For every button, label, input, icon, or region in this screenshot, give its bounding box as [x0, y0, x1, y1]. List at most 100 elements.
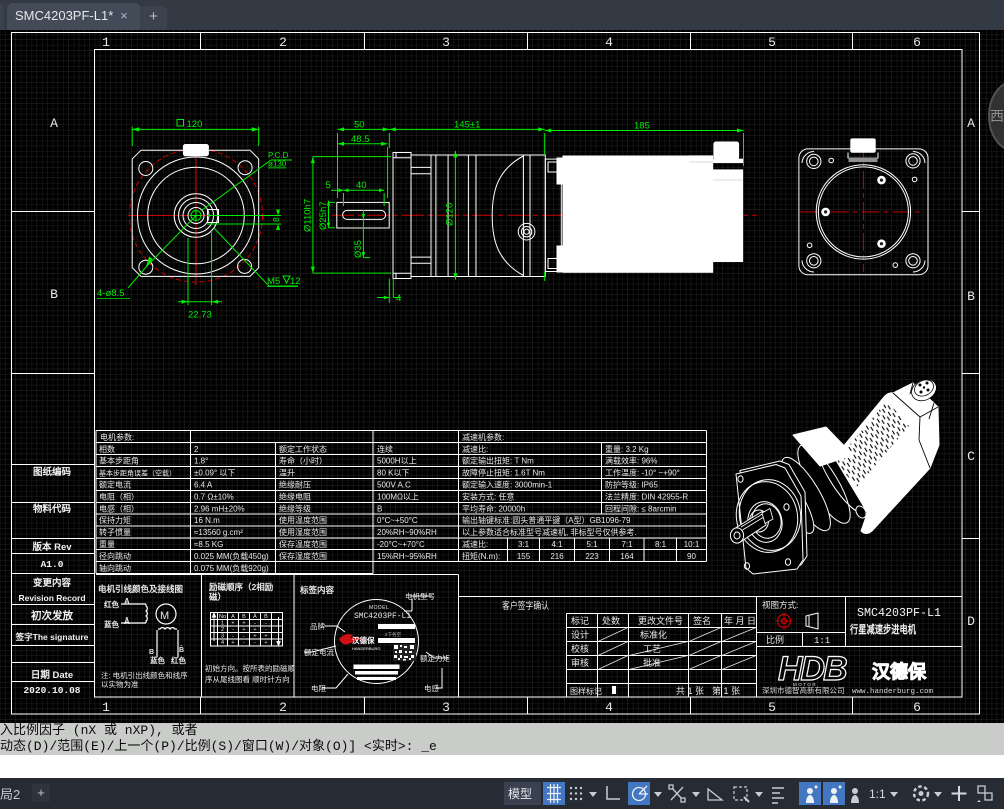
- svg-text:减速比:: 减速比:: [462, 539, 488, 549]
- svg-text:Ø25h7: Ø25h7: [318, 201, 329, 230]
- svg-text:年 月 日: 年 月 日: [724, 615, 756, 626]
- svg-text:处数: 处数: [602, 615, 620, 626]
- svg-text:-20°C~+70°C: -20°C~+70°C: [377, 540, 425, 549]
- svg-text:相数: 相数: [99, 444, 115, 454]
- svg-text:1.8°: 1.8°: [194, 457, 208, 466]
- svg-text:3: 3: [442, 700, 450, 715]
- svg-text:A: A: [231, 614, 235, 620]
- svg-text:80 K以下: 80 K以下: [377, 469, 409, 478]
- svg-text:校核: 校核: [571, 643, 589, 654]
- svg-text:-: -: [232, 634, 234, 640]
- svg-text:使用湿度范围: 使用湿度范围: [279, 527, 327, 537]
- svg-text:第 1 张: 第 1 张: [712, 685, 740, 696]
- svg-text:减速机参数:: 减速机参数:: [462, 432, 504, 442]
- svg-text:+: +: [231, 621, 234, 627]
- svg-text:7:1: 7:1: [621, 540, 633, 549]
- svg-text:版本 Rev: 版本 Rev: [31, 541, 72, 553]
- svg-text:重量: 3.2 Kg: 重量: 3.2 Kg: [605, 444, 649, 454]
- svg-text:www.handerburg.com: www.handerburg.com: [852, 688, 934, 696]
- svg-text:1: 1: [102, 700, 110, 715]
- svg-text:蓝色: 蓝色: [104, 619, 119, 629]
- svg-text:223: 223: [585, 552, 599, 561]
- svg-text:5: 5: [768, 35, 776, 50]
- svg-text:工作温度: -10° ~+90°: 工作温度: -10° ~+90°: [605, 468, 680, 478]
- svg-text:防护等级: IP65: 防护等级: IP65: [605, 480, 658, 490]
- svg-text:额定电流: 额定电流: [99, 480, 131, 490]
- svg-text:+: +: [242, 621, 245, 627]
- svg-text:B: B: [967, 289, 975, 304]
- svg-text:No: No: [219, 614, 226, 620]
- svg-text:重量: 重量: [99, 539, 115, 549]
- svg-text:B̄: B̄: [264, 613, 268, 620]
- svg-text:输出轴键标准:圆头普通平键（A型）GB1096-79: 输出轴键标准:圆头普通平键（A型）GB1096-79: [462, 515, 631, 525]
- svg-text:连续: 连续: [377, 444, 393, 454]
- svg-text:-: -: [254, 640, 256, 646]
- svg-text:+: +: [253, 627, 256, 633]
- svg-text:+: +: [253, 634, 256, 640]
- svg-text:温升: 温升: [279, 469, 295, 478]
- svg-text:2: 2: [221, 627, 224, 633]
- svg-text:额定输入速度: 3000min-1: 额定输入速度: 3000min-1: [462, 480, 553, 490]
- svg-text:蓝色: 蓝色: [150, 655, 165, 665]
- svg-text:3: 3: [221, 634, 224, 640]
- svg-text:红色: 红色: [104, 599, 119, 609]
- svg-text:标签内容: 标签内容: [299, 585, 335, 595]
- svg-text:5000H以上: 5000H以上: [377, 457, 417, 466]
- svg-text:额定工作状态: 额定工作状态: [279, 444, 327, 454]
- svg-text:M5: M5: [267, 276, 280, 287]
- svg-text:初次发放: 初次发放: [31, 609, 73, 622]
- svg-text:电阻（相）: 电阻（相）: [99, 491, 139, 501]
- svg-text:90: 90: [687, 552, 696, 561]
- svg-text:-: -: [243, 640, 245, 646]
- svg-text:审核: 审核: [571, 657, 589, 668]
- svg-text:品牌: 品牌: [310, 621, 325, 631]
- svg-text:ø130: ø130: [268, 160, 287, 169]
- svg-text:4: 4: [605, 700, 613, 715]
- svg-text:+: +: [264, 634, 267, 640]
- svg-text:使用温度范围: 使用温度范围: [279, 515, 327, 525]
- svg-text:轴向跳动: 轴向跳动: [99, 563, 131, 573]
- svg-text:-: -: [232, 627, 234, 633]
- svg-text:6.4 A: 6.4 A: [194, 481, 213, 490]
- svg-text:以上参数适合标准型号减速机, 非标型号仅供参考.: 以上参数适合标准型号减速机, 非标型号仅供参考.: [462, 527, 637, 537]
- svg-text:客户签字确认: 客户签字确认: [502, 600, 549, 612]
- svg-text:B: B: [149, 649, 154, 656]
- svg-text:2: 2: [279, 700, 287, 715]
- svg-text:120: 120: [187, 119, 203, 130]
- svg-text:48.5: 48.5: [351, 134, 370, 145]
- svg-text:2下各空: 2下各空: [385, 631, 402, 638]
- svg-text:图纸编码: 图纸编码: [33, 466, 72, 478]
- svg-text:6: 6: [913, 35, 921, 50]
- svg-text:C: C: [967, 449, 975, 464]
- svg-text:16 N.m: 16 N.m: [194, 516, 220, 525]
- svg-text:初始方向。按所表的励磁顺: 初始方向。按所表的励磁顺: [205, 663, 295, 673]
- svg-text:额定输出扭矩: T Nm: 额定输出扭矩: T Nm: [462, 456, 534, 466]
- svg-text:转子惯量: 转子惯量: [99, 527, 131, 537]
- svg-text:3:1: 3:1: [518, 540, 530, 549]
- svg-text:以实物为准: 以实物为准: [101, 679, 139, 689]
- svg-text:-: -: [243, 634, 245, 640]
- svg-text:汉德保: 汉德保: [352, 635, 375, 645]
- svg-text:6: 6: [913, 700, 921, 715]
- svg-text:0°C~+50°C: 0°C~+50°C: [377, 516, 418, 525]
- svg-text:M: M: [160, 610, 169, 622]
- svg-text:20%RH~90%RH: 20%RH~90%RH: [377, 528, 437, 537]
- svg-text:22.73: 22.73: [188, 310, 212, 321]
- svg-text:+: +: [231, 640, 234, 646]
- svg-text:标记: 标记: [571, 615, 589, 626]
- svg-text:15%RH~95%RH: 15%RH~95%RH: [377, 552, 437, 561]
- svg-text:日期 Date: 日期 Date: [31, 669, 73, 681]
- svg-text:SMC4203PF-L1: SMC4203PF-L1: [857, 607, 941, 620]
- svg-text:-: -: [265, 627, 267, 633]
- svg-text:法兰精度: DIN 42955-R: 法兰精度: DIN 42955-R: [605, 491, 688, 501]
- svg-text:1: 1: [221, 621, 224, 627]
- svg-text:4:1: 4:1: [551, 540, 563, 549]
- svg-text:164: 164: [620, 552, 634, 561]
- svg-text:A1.0: A1.0: [41, 559, 64, 570]
- svg-text:故障停止扭矩: 1.6T Nm: 故障停止扭矩: 1.6T Nm: [462, 468, 545, 478]
- svg-text:±0.09° 以下: ±0.09° 以下: [194, 469, 235, 478]
- svg-text:变更内容: 变更内容: [33, 577, 72, 589]
- svg-text:减速比:: 减速比:: [462, 444, 488, 454]
- svg-text:电机引线颜色及接线图: 电机引线颜色及接线图: [98, 584, 183, 594]
- svg-text:216: 216: [550, 552, 564, 561]
